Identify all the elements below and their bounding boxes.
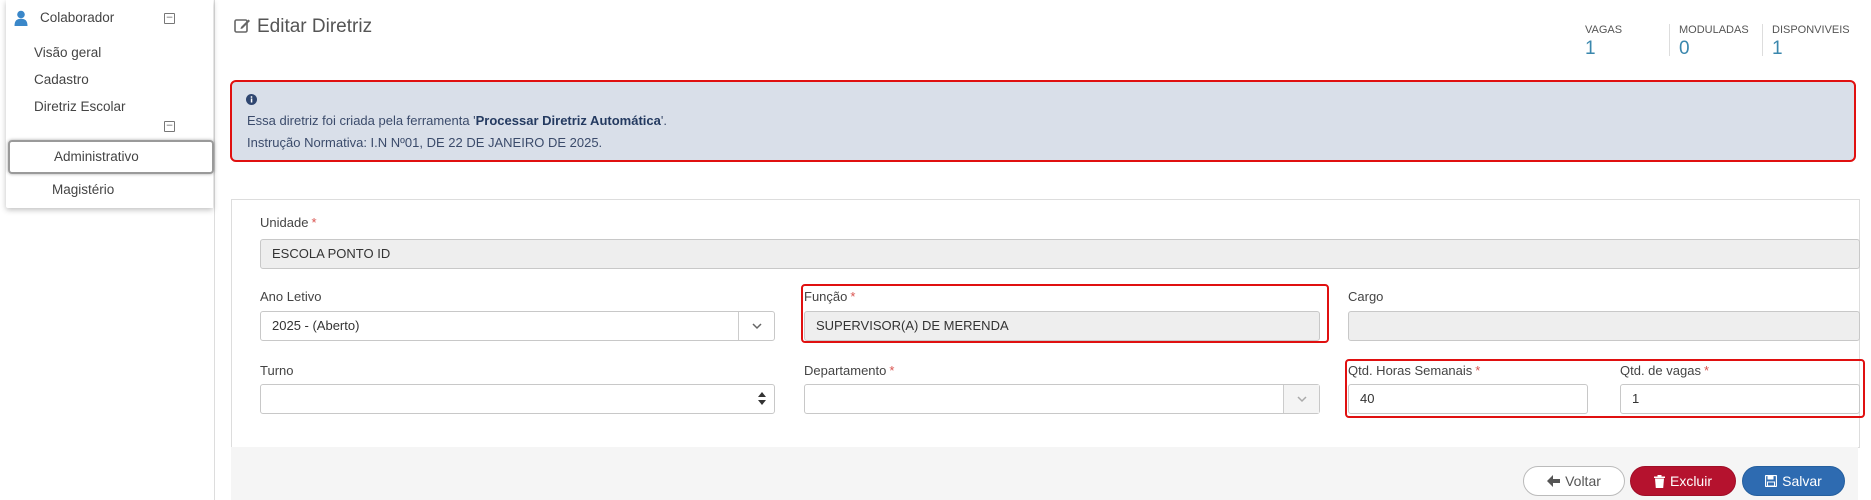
stat-value: 0 <box>1679 38 1690 59</box>
chevron-down-icon[interactable] <box>1283 385 1319 413</box>
voltar-button[interactable]: Voltar <box>1523 466 1625 496</box>
sidebar-menu: Colaborador − Visão geral Cadastro Diret… <box>6 0 214 208</box>
departamento-label-text: Departamento <box>804 363 887 378</box>
excluir-button[interactable]: Excluir <box>1630 466 1736 496</box>
user-icon <box>14 10 28 26</box>
sidebar-header-colaborador[interactable]: Colaborador − <box>6 0 213 36</box>
alert-message: Essa diretriz foi criada pela ferramenta… <box>247 113 667 128</box>
alert-text-suffix: '. <box>660 113 667 128</box>
collapse-icon[interactable]: − <box>164 13 175 24</box>
stat-divider <box>1669 24 1670 56</box>
arrow-left-icon <box>1547 475 1561 487</box>
trash-icon <box>1653 474 1665 488</box>
stat-disponiveis: DISPONVIVEIS 1 <box>1772 24 1867 60</box>
unidade-label: Unidade * <box>260 215 317 230</box>
sidebar-header-label: Colaborador <box>40 10 115 25</box>
form-panel: Unidade * ESCOLA PONTO ID Ano Letivo 2025… <box>231 199 1865 448</box>
page-title: Editar Diretriz <box>234 16 372 38</box>
sidebar-item-cadastro[interactable]: Cadastro <box>34 72 89 87</box>
alert-text-prefix: Essa diretriz foi criada pela ferramenta… <box>247 113 476 128</box>
ano-letivo-select[interactable]: 2025 - (Aberto) <box>260 311 775 341</box>
ano-letivo-value: 2025 - (Aberto) <box>272 318 360 333</box>
cargo-label: Cargo <box>1348 289 1384 304</box>
turno-select[interactable] <box>260 384 775 414</box>
cargo-field[interactable] <box>1348 311 1860 341</box>
edit-icon <box>234 19 250 33</box>
save-icon <box>1765 475 1778 487</box>
required-mark: * <box>889 363 895 378</box>
salvar-button[interactable]: Salvar <box>1742 466 1845 496</box>
page-title-text: Editar Diretriz <box>257 16 373 37</box>
excluir-label: Excluir <box>1669 473 1712 489</box>
sort-updown-icon <box>758 392 766 405</box>
salvar-label: Salvar <box>1782 473 1822 489</box>
alert-tool-name: Processar Diretriz Automática <box>475 113 661 128</box>
sidebar: Colaborador − Visão geral Cadastro Diret… <box>0 0 215 500</box>
ano-letivo-label: Ano Letivo <box>260 289 322 304</box>
unidade-label-text: Unidade <box>260 215 309 230</box>
voltar-label: Voltar <box>1565 473 1601 489</box>
stat-label: VAGAS <box>1585 24 1623 36</box>
funcao-highlight <box>801 284 1329 343</box>
stat-label: MODULADAS <box>1679 24 1749 36</box>
turno-label: Turno <box>260 363 294 378</box>
stat-value: 1 <box>1772 38 1783 59</box>
horas-vagas-highlight <box>1345 359 1865 418</box>
required-mark: * <box>311 215 317 230</box>
stat-label: DISPONVIVEIS <box>1772 24 1850 36</box>
stat-vagas: VAGAS 1 <box>1585 24 1680 60</box>
collapse-icon[interactable]: − <box>164 121 175 132</box>
sidebar-item-diretriz-escolar[interactable]: Diretriz Escolar <box>34 99 126 114</box>
sidebar-item-magisterio[interactable]: Magistério <box>52 182 114 197</box>
main-content: Editar Diretriz VAGAS 1 MODULADAS 0 DISP… <box>216 0 1871 500</box>
departamento-select[interactable] <box>804 384 1320 414</box>
stat-moduladas: MODULADAS 0 <box>1679 24 1774 60</box>
info-icon <box>246 94 257 105</box>
alert-normative: Instrução Normativa: I.N Nº01, DE 22 DE … <box>247 135 603 150</box>
info-alert: Essa diretriz foi criada pela ferramenta… <box>230 80 1856 162</box>
sidebar-item-administrativo[interactable]: Administrativo <box>8 140 214 174</box>
departamento-label: Departamento * <box>804 363 894 378</box>
sidebar-item-visao-geral[interactable]: Visão geral <box>34 45 101 60</box>
stat-divider <box>1762 24 1763 56</box>
chevron-down-icon[interactable] <box>738 312 774 340</box>
stat-value: 1 <box>1585 38 1596 59</box>
unidade-field[interactable]: ESCOLA PONTO ID <box>260 239 1860 269</box>
